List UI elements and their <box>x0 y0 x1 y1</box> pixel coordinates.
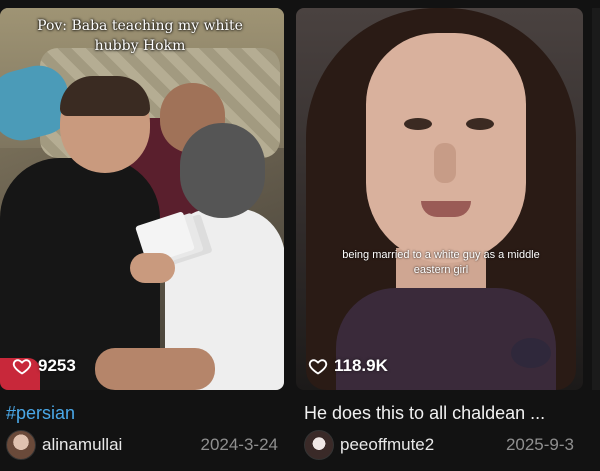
video-thumbnail[interactable]: being married to a white guy as a middle… <box>296 8 583 390</box>
username-link[interactable]: peeoffmute2 <box>340 435 506 455</box>
video-thumbnail[interactable]: Pov: Baba teaching my white hubby Hokm 9… <box>0 8 284 390</box>
video-title[interactable]: #persian <box>6 402 290 424</box>
avatar[interactable] <box>6 430 36 460</box>
thumbnail-nose <box>434 143 456 183</box>
thumbnail-face <box>366 33 526 263</box>
view-count: 9253 <box>12 356 76 376</box>
video-title[interactable]: He does this to all chaldean ... <box>304 402 588 424</box>
thumbnail-eye <box>466 118 494 130</box>
post-date: 2024-3-24 <box>200 435 278 454</box>
heart-outline-icon <box>308 359 328 375</box>
thumbnail-eye <box>404 118 432 130</box>
view-count-value: 118.9K <box>334 356 388 375</box>
view-count-value: 9253 <box>38 356 76 375</box>
post-date: 2025-9-3 <box>505 435 574 454</box>
next-card-edge <box>592 8 600 390</box>
video-meta: peeoffmute2 2025-9-3 <box>304 430 574 460</box>
username-link[interactable]: alinamullai <box>42 435 200 455</box>
avatar[interactable] <box>304 430 334 460</box>
view-count: 118.9K <box>308 356 388 376</box>
video-meta: alinamullai 2024-3-24 <box>6 430 278 460</box>
video-overlay-text: being married to a white guy as a middle… <box>342 249 540 276</box>
heart-outline-icon <box>12 359 32 375</box>
video-card-2[interactable]: being married to a white guy as a middle… <box>296 0 583 471</box>
thumbnail-person <box>60 76 150 116</box>
thumbnail-person <box>180 123 265 218</box>
video-card-1[interactable]: Pov: Baba teaching my white hubby Hokm 9… <box>0 0 286 471</box>
video-overlay-text: Pov: Baba teaching my white hubby Hokm <box>37 18 243 54</box>
thumbnail-hand <box>130 253 175 283</box>
thumbnail-tattoo <box>511 338 551 368</box>
thumbnail-mouth <box>421 201 471 217</box>
thumbnail-legs <box>95 348 215 390</box>
